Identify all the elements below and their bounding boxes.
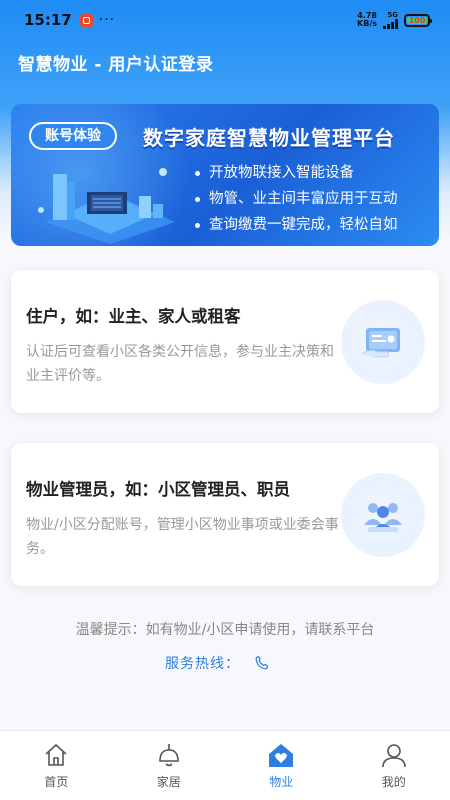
tab-mine[interactable]: 我的 [338,731,450,800]
tab-label: 我的 [381,775,406,789]
promo-banner[interactable]: 账号体验 数字家庭智慧物业管理平台 开放物联接入智能设备 物管、业主间丰富应用于… [11,104,439,246]
notification-app-icon [79,13,93,27]
banner-feature-item: 物管、业主间丰富应用于互动 [195,186,398,212]
banner-feature-item: 开放物联接入智能设备 [195,160,398,186]
smart-city-illustration [38,168,175,244]
service-hotline[interactable]: 服务热线： [165,653,270,673]
signal-label: 5G [387,10,398,19]
tab-label: 物业 [269,775,294,789]
resident-auth-card[interactable]: 住户，如：业主、家人或租客 认证后可查看小区各类公开信息，参与业主决策和业主评价… [11,270,439,413]
tab-property[interactable]: 物业 [225,731,338,800]
network-speed: 4.78 KB/s [357,12,377,28]
page-title: 智慧物业 - 用户认证登录 [18,55,214,75]
user-icon [380,741,408,769]
status-time: 15:17 [24,11,72,29]
account-trial-badge[interactable]: 账号体验 [29,122,117,150]
tab-home[interactable]: 首页 [0,731,113,800]
phone-icon[interactable] [254,655,270,671]
more-notifications-icon: ··· [98,12,116,28]
property-heart-icon [267,741,295,769]
signal-icon: 5G [383,10,398,29]
banner-feature-list: 开放物联接入智能设备 物管、业主间丰富应用于互动 查询缴费一键完成，轻松自如 [195,160,398,238]
network-speed-unit: KB/s [357,19,377,28]
bottom-tab-bar: 首页 家居 物业 我的 [0,730,450,800]
card-title: 住户，如：业主、家人或租客 [26,307,241,326]
id-card-icon [341,300,425,384]
tab-furnishing[interactable]: 家居 [113,731,226,800]
property-admin-auth-card[interactable]: 物业管理员，如：小区管理员、职员 物业/小区分配账号，管理小区物业事项或业委会事… [11,443,439,586]
card-description: 认证后可查看小区各类公开信息，参与业主决策和业主评价等。 [26,344,334,384]
card-description: 物业/小区分配账号，管理小区物业事项或业委会事务。 [26,517,339,557]
banner-feature-item: 查询缴费一键完成，轻松自如 [195,212,398,238]
status-bar: 15:17 ··· 4.78 KB/s 5G 100 [0,0,450,40]
staff-group-icon [341,473,425,557]
ceiling-lamp-icon [155,741,183,769]
battery-icon: 100 [404,13,432,27]
card-title: 物业管理员，如：小区管理员、职员 [26,480,290,499]
hotline-label: 服务热线： [165,656,240,672]
tab-label: 首页 [44,775,69,789]
home-icon [42,741,70,769]
tab-label: 家居 [156,775,181,789]
banner-title: 数字家庭智慧物业管理平台 [143,126,395,150]
warm-tip: 温馨提示：如有物业/小区申请使用，请联系平台 [75,622,375,638]
battery-level: 100 [408,15,426,25]
